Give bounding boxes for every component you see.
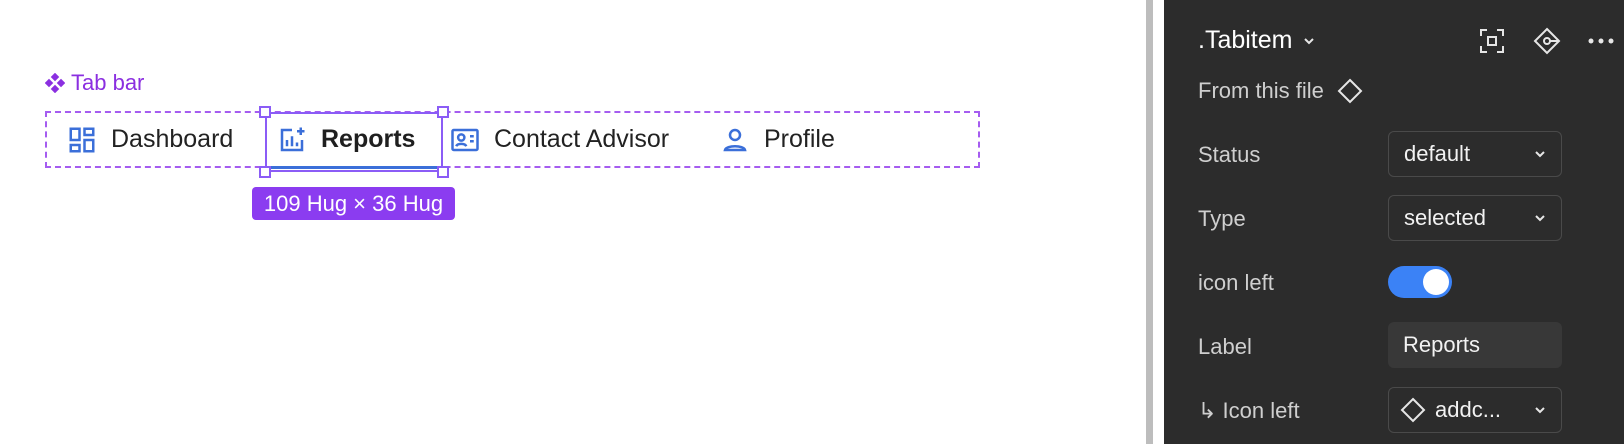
go-to-main-component-icon[interactable]: [1532, 26, 1562, 56]
tab-label: Contact Advisor: [494, 125, 670, 153]
component-name-dropdown[interactable]: .Tabitem: [1198, 26, 1316, 55]
resize-handle-top-right[interactable]: [437, 106, 449, 118]
component-diamond-icon: [1400, 397, 1426, 423]
tab-dashboard[interactable]: Dashboard: [67, 113, 233, 166]
component-diamond-icon: [1337, 78, 1363, 104]
frame-label-text: Tab bar: [71, 70, 145, 95]
component-source-label: From this file: [1198, 78, 1324, 103]
chevron-down-icon: [1535, 215, 1545, 222]
tab-profile[interactable]: Profile: [720, 113, 835, 166]
size-badge: 109 Hug × 36 Hug: [252, 187, 455, 220]
resize-handle-bottom-right[interactable]: [437, 166, 449, 178]
tab-contact-advisor[interactable]: Contact Advisor: [450, 113, 669, 166]
selected-tab-indicator: [267, 166, 441, 169]
label-label: Label: [1198, 334, 1252, 359]
icon-left-instance-select[interactable]: addc...: [1388, 387, 1562, 433]
toggle-knob: [1423, 269, 1449, 295]
status-select[interactable]: default: [1388, 131, 1562, 177]
dashboard-icon: [69, 127, 95, 152]
tab-label: Profile: [764, 125, 835, 153]
resize-handle-top-left[interactable]: [259, 106, 271, 118]
contact-card-icon: [451, 128, 479, 151]
properties-panel: .Tabitem From this file Status default T…: [1164, 0, 1624, 444]
design-canvas[interactable]: Tab bar Dashboard Reports Contact Adviso…: [0, 0, 1146, 444]
icon-left-label: icon left: [1198, 270, 1274, 295]
chevron-down-icon: [1535, 151, 1545, 158]
label-value: Reports: [1403, 332, 1481, 357]
icon-left-instance-label: ↳ Icon left: [1198, 398, 1300, 423]
chevron-down-icon: [1304, 37, 1315, 44]
resize-handle-bottom-left[interactable]: [259, 166, 271, 178]
type-select[interactable]: selected: [1388, 195, 1562, 241]
focus-frame-icon[interactable]: [1477, 26, 1507, 56]
status-label: Status: [1198, 142, 1261, 167]
status-value: default: [1404, 141, 1471, 166]
frame-label[interactable]: Tab bar: [45, 70, 144, 96]
label-input[interactable]: Reports: [1388, 322, 1562, 368]
selection-box[interactable]: [265, 112, 443, 172]
scrollbar[interactable]: [1146, 0, 1164, 444]
tab-bar[interactable]: Dashboard Reports Contact Advisor Profil…: [45, 111, 980, 168]
more-options-icon[interactable]: [1586, 26, 1616, 56]
icon-left-instance-value: addc...: [1435, 397, 1502, 422]
component-icon: [45, 73, 65, 93]
chevron-down-icon: [1535, 407, 1545, 414]
icon-left-toggle[interactable]: [1388, 266, 1452, 298]
type-value: selected: [1404, 205, 1486, 230]
person-icon: [723, 128, 747, 151]
tab-label: Dashboard: [111, 125, 234, 153]
component-name: .Tabitem: [1198, 26, 1293, 54]
type-label: Type: [1198, 206, 1246, 231]
component-source: From this file: [1198, 77, 1364, 105]
